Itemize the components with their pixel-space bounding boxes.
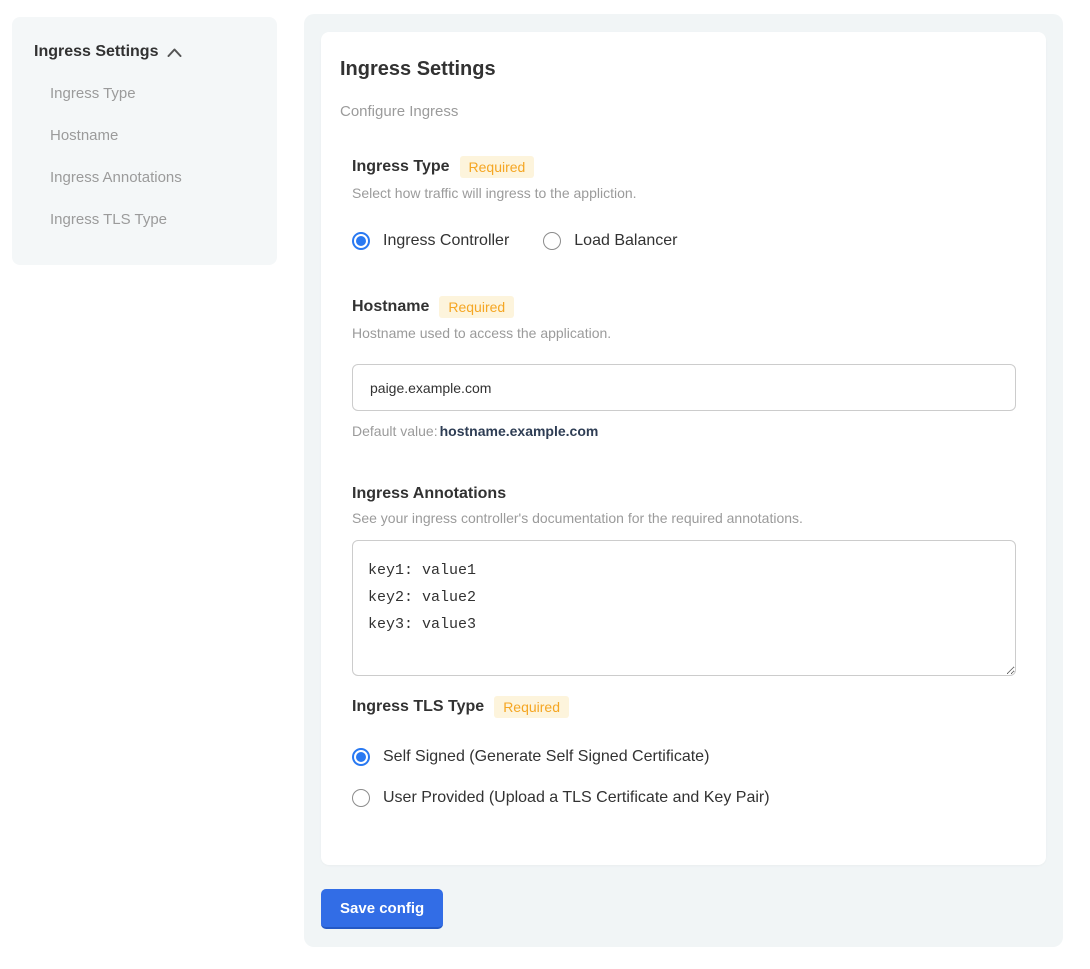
- radio-selected-icon[interactable]: [352, 748, 370, 766]
- field-help-text: See your ingress controller's documentat…: [352, 510, 1016, 526]
- chevron-up-icon[interactable]: [167, 48, 182, 57]
- radio-option-load-balancer[interactable]: Load Balancer: [543, 232, 677, 250]
- config-panel: Ingress Settings Configure Ingress Ingre…: [304, 14, 1063, 947]
- ingress-type-radio-group: Ingress Controller Load Balancer: [352, 232, 1016, 250]
- sidebar-item-ingress-tls-type[interactable]: Ingress TLS Type: [50, 212, 277, 228]
- field-label: Ingress Annotations: [352, 485, 506, 503]
- field-label: Hostname: [352, 298, 429, 316]
- sidebar-item-ingress-annotations[interactable]: Ingress Annotations: [50, 170, 277, 186]
- radio-label[interactable]: Self Signed (Generate Self Signed Certif…: [383, 748, 709, 766]
- radio-unselected-icon[interactable]: [543, 232, 561, 250]
- field-label-row: Ingress Type Required: [352, 156, 1016, 178]
- radio-option-user-provided[interactable]: User Provided (Upload a TLS Certificate …: [352, 789, 1016, 807]
- sidebar-item-ingress-type[interactable]: Ingress Type: [50, 86, 277, 102]
- field-help-text: Hostname used to access the application.: [352, 325, 1016, 341]
- radio-option-self-signed[interactable]: Self Signed (Generate Self Signed Certif…: [352, 748, 1016, 766]
- radio-label[interactable]: User Provided (Upload a TLS Certificate …: [383, 789, 770, 807]
- field-label: Ingress TLS Type: [352, 698, 484, 716]
- radio-label[interactable]: Load Balancer: [574, 232, 677, 250]
- field-ingress-annotations: Ingress Annotations See your ingress con…: [352, 485, 1016, 676]
- sidebar-group-label: Ingress Settings: [34, 43, 158, 61]
- save-config-button[interactable]: Save config: [321, 889, 443, 929]
- page-title: Ingress Settings: [340, 58, 1016, 81]
- form-fields: Ingress Type Required Select how traffic…: [352, 156, 1016, 807]
- radio-selected-icon[interactable]: [352, 232, 370, 250]
- ingress-annotations-textarea[interactable]: key1: value1 key2: value2 key3: value3: [352, 540, 1016, 676]
- field-label-row: Hostname Required: [352, 296, 1016, 318]
- default-value-text: hostname.example.com: [440, 423, 599, 439]
- page-subtitle: Configure Ingress: [340, 103, 1016, 120]
- field-ingress-tls-type: Ingress TLS Type Required Self Signed (G…: [352, 696, 1016, 807]
- field-label-row: Ingress TLS Type Required: [352, 696, 1016, 718]
- default-value-line: Default value:hostname.example.com: [352, 423, 1016, 439]
- required-badge: Required: [460, 156, 535, 178]
- hostname-input[interactable]: [352, 364, 1016, 411]
- required-badge: Required: [439, 296, 514, 318]
- field-label-row: Ingress Annotations: [352, 485, 1016, 503]
- config-nav-sidebar: Ingress Settings Ingress Type Hostname I…: [12, 17, 277, 265]
- ingress-settings-card: Ingress Settings Configure Ingress Ingre…: [321, 32, 1046, 865]
- field-label: Ingress Type: [352, 158, 450, 176]
- sidebar-item-list: Ingress Type Hostname Ingress Annotation…: [34, 86, 277, 228]
- default-value-prefix: Default value:: [352, 423, 438, 439]
- sidebar-item-hostname[interactable]: Hostname: [50, 128, 277, 144]
- radio-option-ingress-controller[interactable]: Ingress Controller: [352, 232, 509, 250]
- ingress-tls-radio-group: Self Signed (Generate Self Signed Certif…: [352, 748, 1016, 807]
- field-help-text: Select how traffic will ingress to the a…: [352, 185, 1016, 201]
- radio-unselected-icon[interactable]: [352, 789, 370, 807]
- field-hostname: Hostname Required Hostname used to acces…: [352, 296, 1016, 439]
- required-badge: Required: [494, 696, 569, 718]
- field-ingress-type: Ingress Type Required Select how traffic…: [352, 156, 1016, 250]
- radio-label[interactable]: Ingress Controller: [383, 232, 509, 250]
- sidebar-group-ingress-settings[interactable]: Ingress Settings: [34, 43, 277, 61]
